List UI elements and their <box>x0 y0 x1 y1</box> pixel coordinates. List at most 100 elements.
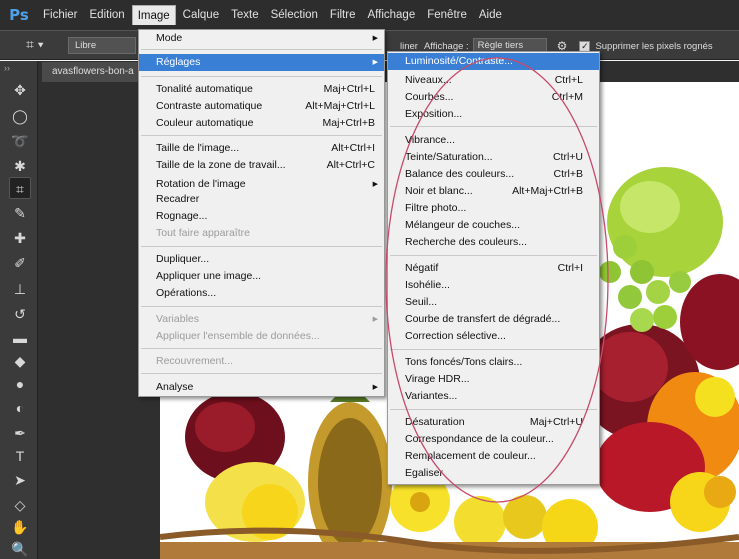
menu-item-label: Variables <box>156 313 199 325</box>
menu-item-shortcut: Ctrl+B <box>553 168 583 180</box>
delete-pixels-label: Supprimer les pixels rognés <box>595 40 713 52</box>
menu-item-label: Opérations... <box>156 287 217 299</box>
menu-item-label: Mode <box>156 32 183 44</box>
pen-tool-icon[interactable]: ✒ <box>9 422 31 444</box>
menu-item-taille-de-la-zone-de-travail[interactable]: Taille de la zone de travail... Alt+Ctrl+… <box>139 157 384 174</box>
menu-item-contraste-automatique[interactable]: Contraste automatique Alt+Maj+Ctrl+L <box>139 98 384 115</box>
lasso-tool-icon[interactable]: ➰ <box>9 130 31 152</box>
menu-texte[interactable]: Texte <box>226 5 264 25</box>
menu-item-seuil[interactable]: Seuil... <box>388 294 599 311</box>
menu-selection[interactable]: Sélection <box>266 5 323 25</box>
menu-item-label: Tonalité automatique <box>156 83 253 95</box>
clone-stamp-tool-icon[interactable]: ⊥ <box>9 278 31 300</box>
menu-item-correspondance-de-la-couleur[interactable]: Correspondance de la couleur... <box>388 431 599 448</box>
blur-tool-icon[interactable]: ● <box>9 373 31 395</box>
menu-item-label: Teinte/Saturation... <box>405 151 493 163</box>
menu-item-isohelie[interactable]: Isohélie... <box>388 277 599 294</box>
menu-item-mode[interactable]: Mode ▶ <box>139 30 384 47</box>
menu-edition[interactable]: Edition <box>85 5 130 25</box>
menu-separator <box>141 373 382 374</box>
move-tool-icon[interactable]: ✥ <box>9 79 31 101</box>
menu-calque[interactable]: Calque <box>178 5 224 25</box>
crop-tool-icon[interactable]: ⌗ <box>9 177 31 199</box>
menu-item-rognage[interactable]: Rognage... <box>139 208 384 225</box>
menu-item-exposition[interactable]: Exposition... <box>388 106 599 123</box>
dodge-tool-icon[interactable]: ◐ <box>9 397 31 419</box>
menu-item-shortcut: Ctrl+L <box>554 74 583 86</box>
menu-item-recadrer[interactable]: Recadrer <box>139 191 384 208</box>
submenu-arrow-icon: ▶ <box>372 316 378 323</box>
menu-fenetre[interactable]: Fenêtre <box>422 5 472 25</box>
menu-item-reglages[interactable]: Réglages ▶ <box>139 54 384 71</box>
menu-item-appliquer-une-image[interactable]: Appliquer une image... <box>139 268 384 285</box>
paint-bucket-tool-icon[interactable]: ◆ <box>9 350 31 372</box>
document-tab[interactable]: avasflowers-bon-a <box>42 62 147 82</box>
menu-item-courbe-de-transfert-de-degrade[interactable]: Courbe de transfert de dégradé... <box>388 311 599 328</box>
path-selection-tool-icon[interactable]: ➤ <box>9 469 31 491</box>
eyedropper-tool-icon[interactable]: ✎ <box>9 202 31 224</box>
brush-tool-icon[interactable]: ✐ <box>9 252 31 274</box>
menu-item-filtre-photo[interactable]: Filtre photo... <box>388 200 599 217</box>
hand-tool-icon[interactable]: ✋ <box>9 516 31 538</box>
type-tool-icon[interactable]: T <box>9 445 31 467</box>
straighten-label[interactable]: liner <box>400 41 418 52</box>
marquee-tool-icon[interactable]: ◯ <box>9 105 31 127</box>
menu-item-analyse[interactable]: Analyse ▶ <box>139 379 384 396</box>
zoom-tool-icon[interactable]: 🔍 <box>9 538 31 559</box>
menu-item-desaturation[interactable]: Désaturation Maj+Ctrl+U <box>388 414 599 431</box>
menu-item-label: Tons foncés/Tons clairs... <box>405 356 523 368</box>
menu-item-balance-des-couleurs[interactable]: Balance des couleurs... Ctrl+B <box>388 166 599 183</box>
menu-item-virage-hdr[interactable]: Virage HDR... <box>388 371 599 388</box>
menu-item-negatif[interactable]: Négatif Ctrl+I <box>388 260 599 277</box>
menu-item-recherche-des-couleurs[interactable]: Recherche des couleurs... <box>388 234 599 251</box>
menu-item-label: Tout faire apparaître <box>156 227 250 239</box>
menu-item-label: Luminosité/Contraste... <box>405 55 513 67</box>
menu-item-teinte-saturation[interactable]: Teinte/Saturation... Ctrl+U <box>388 149 599 166</box>
menu-item-noir-et-blanc[interactable]: Noir et blanc... Alt+Maj+Ctrl+B <box>388 183 599 200</box>
submenu-arrow-icon: ▶ <box>372 384 378 391</box>
menu-item-label: Remplacement de couleur... <box>405 450 536 462</box>
ratio-select[interactable]: Libre <box>68 37 136 54</box>
menu-affichage[interactable]: Affichage <box>362 5 420 25</box>
menu-separator <box>390 255 597 256</box>
menu-item-niveaux[interactable]: Niveaux... Ctrl+L <box>388 72 599 89</box>
menu-item-courbes[interactable]: Courbes... Ctrl+M <box>388 89 599 106</box>
menu-separator <box>141 306 382 307</box>
menu-item-variantes[interactable]: Variantes... <box>388 388 599 405</box>
menu-item-shortcut: Maj+Ctrl+B <box>322 117 375 129</box>
menu-item-label: Désaturation <box>405 416 465 428</box>
menu-item-label: Rognage... <box>156 210 208 222</box>
submenu-arrow-icon: ▶ <box>372 59 378 66</box>
menu-item-shortcut: Alt+Ctrl+I <box>331 142 375 154</box>
healing-tool-icon[interactable]: ✚ <box>9 227 31 249</box>
delete-pixels-checkbox[interactable]: ✓ <box>579 40 591 52</box>
menu-filtre[interactable]: Filtre <box>325 5 361 25</box>
menu-item-remplacement-de-couleur[interactable]: Remplacement de couleur... <box>388 448 599 465</box>
menu-item-operations[interactable]: Opérations... <box>139 285 384 302</box>
menu-item-couleur-automatique[interactable]: Couleur automatique Maj+Ctrl+B <box>139 115 384 132</box>
menu-item-shortcut: Alt+Maj+Ctrl+L <box>305 100 375 112</box>
eraser-tool-icon[interactable]: ▬ <box>9 327 31 349</box>
menu-item-label: Balance des couleurs... <box>405 168 515 180</box>
menu-separator <box>390 126 597 127</box>
menu-item-melangeur-de-couches[interactable]: Mélangeur de couches... <box>388 217 599 234</box>
menu-item-tons-fonces-tons-clairs[interactable]: Tons foncés/Tons clairs... <box>388 354 599 371</box>
menu-item-luminosite-contraste[interactable]: Luminosité/Contraste... <box>388 53 599 70</box>
quick-selection-tool-icon[interactable]: ✱ <box>9 155 31 177</box>
menu-fichier[interactable]: Fichier <box>38 5 83 25</box>
menu-item-tonalite-automatique[interactable]: Tonalité automatique Maj+Ctrl+L <box>139 81 384 98</box>
menu-item-taille-de-l-image[interactable]: Taille de l'image... Alt+Ctrl+I <box>139 140 384 157</box>
menu-aide[interactable]: Aide <box>474 5 507 25</box>
menu-item-correction-selective[interactable]: Correction sélective... <box>388 328 599 345</box>
menu-item-shortcut: Alt+Maj+Ctrl+B <box>512 185 583 197</box>
menu-image[interactable]: Image <box>131 5 176 25</box>
panel-grip-icon[interactable]: ›› <box>0 61 37 75</box>
crop-tool-preset-icon[interactable]: ⌗ ▾ <box>26 36 44 53</box>
menu-item-label: Taille de la zone de travail... <box>156 159 286 171</box>
shape-tool-icon[interactable]: ◇ <box>9 494 31 516</box>
menu-item-dupliquer[interactable]: Dupliquer... <box>139 251 384 268</box>
history-brush-tool-icon[interactable]: ↺ <box>9 303 31 325</box>
menu-item-egaliser[interactable]: Egaliser <box>388 465 599 482</box>
menu-item-vibrance[interactable]: Vibrance... <box>388 132 599 149</box>
menu-item-label: Courbe de transfert de dégradé... <box>405 313 561 325</box>
